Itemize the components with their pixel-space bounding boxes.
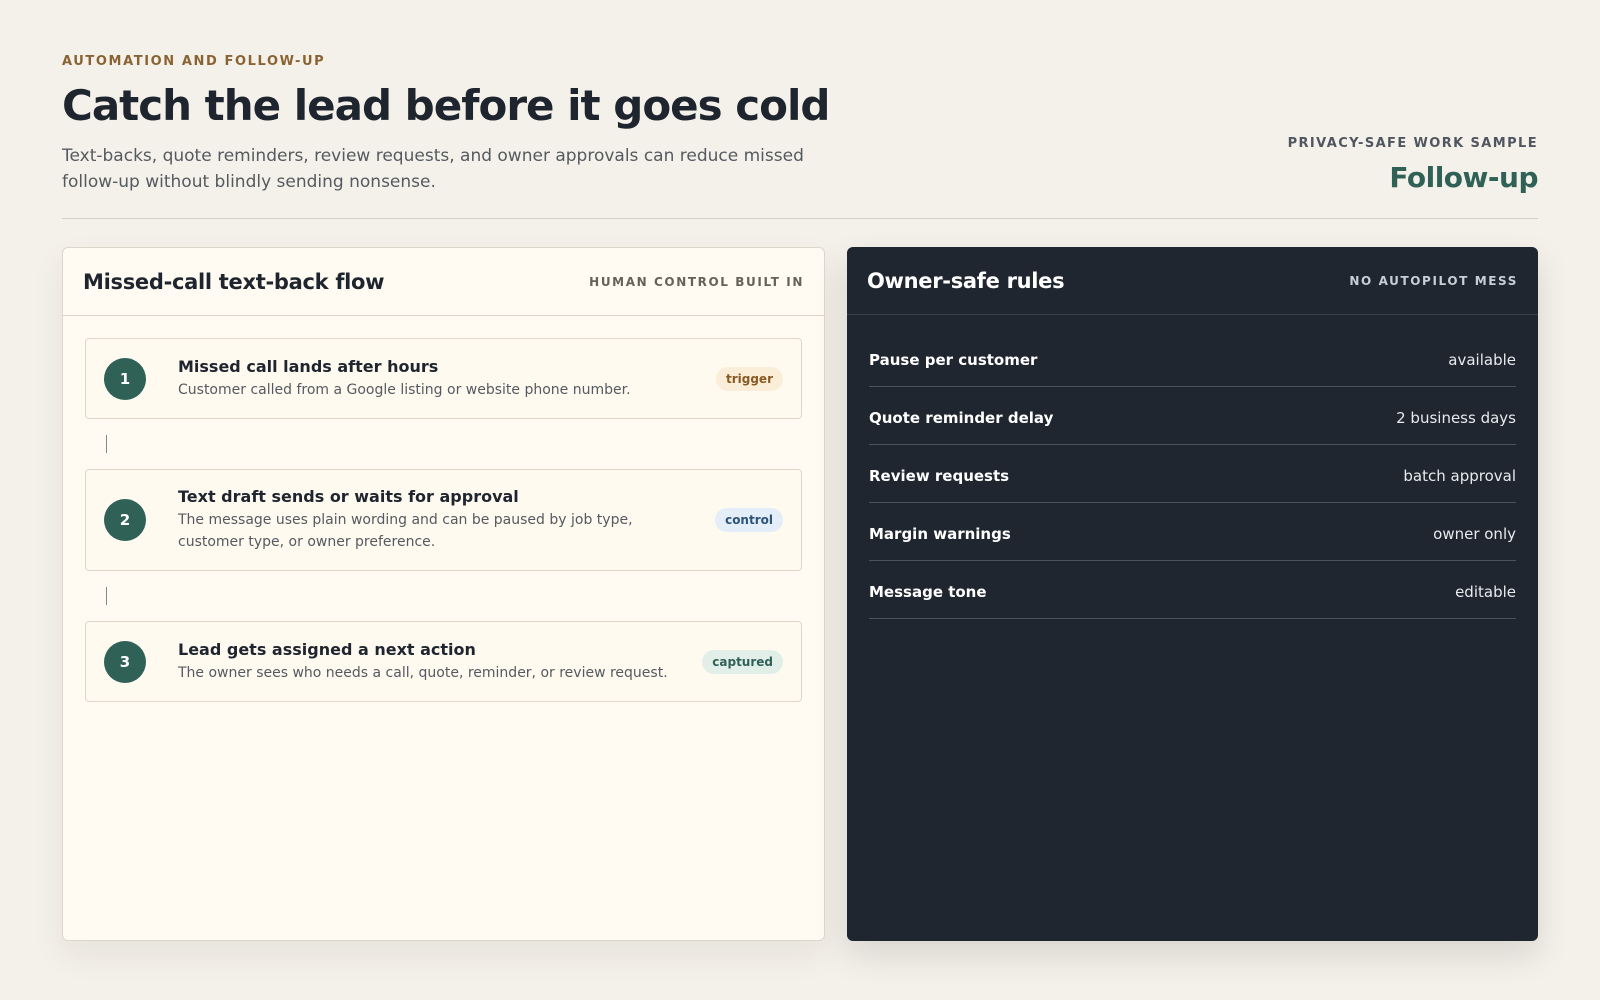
step-connector [85, 419, 802, 469]
rule-value: editable [1455, 582, 1516, 601]
step-title: Missed call lands after hours [178, 356, 439, 376]
rule-name: Pause per customer [869, 350, 1038, 369]
step-number: 3 [104, 640, 146, 683]
rule-row-message-tone: Message tone editable [869, 561, 1516, 619]
flow-step-3: 3 Lead gets assigned a next action The o… [85, 621, 802, 702]
step-connector [85, 571, 802, 621]
flow-panel: Missed-call text-back flow HUMAN CONTROL… [62, 247, 825, 941]
rules-list: Pause per customer available Quote remin… [847, 315, 1538, 619]
step-description: The message uses plain wording and can b… [178, 512, 633, 550]
step-badge: control [715, 508, 783, 532]
rule-name: Margin warnings [869, 524, 1011, 543]
rule-value: owner only [1433, 524, 1516, 543]
rule-row-quote-delay: Quote reminder delay 2 business days [869, 387, 1516, 445]
rule-row-pause: Pause per customer available [869, 329, 1516, 387]
step-text: Text draft sends or waits for approval T… [178, 487, 715, 553]
step-text: Missed call lands after hours Customer c… [178, 357, 716, 401]
rules-panel: Owner-safe rules NO AUTOPILOT MESS Pause… [847, 247, 1538, 941]
step-badge: trigger [715, 366, 783, 391]
flow-panel-tag: HUMAN CONTROL BUILT IN [589, 274, 804, 289]
section-eyebrow: AUTOMATION AND FOLLOW-UP [62, 54, 326, 69]
rule-value: 2 business days [1396, 408, 1516, 427]
rule-name: Review requests [869, 466, 1010, 485]
step-description: The owner sees who needs a call, quote, … [178, 664, 668, 681]
step-title: Lead gets assigned a next action [178, 639, 476, 659]
sample-value: Follow-up [1389, 161, 1538, 194]
rule-row-review-requests: Review requests batch approval [869, 445, 1516, 503]
page-title: Catch the lead before it goes cold [62, 81, 831, 130]
rule-value: available [1448, 350, 1516, 369]
rules-panel-header: Owner-safe rules NO AUTOPILOT MESS [847, 247, 1538, 315]
rule-value: batch approval [1403, 466, 1516, 485]
flow-step-1: 1 Missed call lands after hours Customer… [85, 338, 802, 419]
step-title: Text draft sends or waits for approval [178, 487, 519, 506]
sample-label-block: PRIVACY-SAFE WORK SAMPLE Follow-up [1287, 136, 1539, 194]
page-header: AUTOMATION AND FOLLOW-UP Catch the lead … [62, 54, 1539, 219]
flow-step-2: 2 Text draft sends or waits for approval… [85, 469, 802, 571]
rules-panel-title: Owner-safe rules [867, 268, 1065, 293]
rule-name: Quote reminder delay [869, 408, 1054, 427]
rule-row-margin-warnings: Margin warnings owner only [869, 503, 1516, 561]
step-number: 2 [104, 499, 146, 541]
page-subtitle: Text-backs, quote reminders, review requ… [62, 146, 804, 193]
rules-panel-tag: NO AUTOPILOT MESS [1349, 273, 1518, 288]
step-number: 1 [104, 357, 146, 400]
rule-name: Message tone [869, 582, 987, 601]
sample-label: PRIVACY-SAFE WORK SAMPLE [1287, 136, 1538, 151]
flow-panel-header: Missed-call text-back flow HUMAN CONTROL… [63, 248, 824, 316]
step-badge: captured [702, 649, 783, 674]
flow-panel-title: Missed-call text-back flow [83, 269, 385, 294]
step-description: Customer called from a Google listing or… [178, 381, 631, 398]
flow-steps: 1 Missed call lands after hours Customer… [63, 316, 824, 702]
step-text: Lead gets assigned a next action The own… [178, 640, 702, 684]
